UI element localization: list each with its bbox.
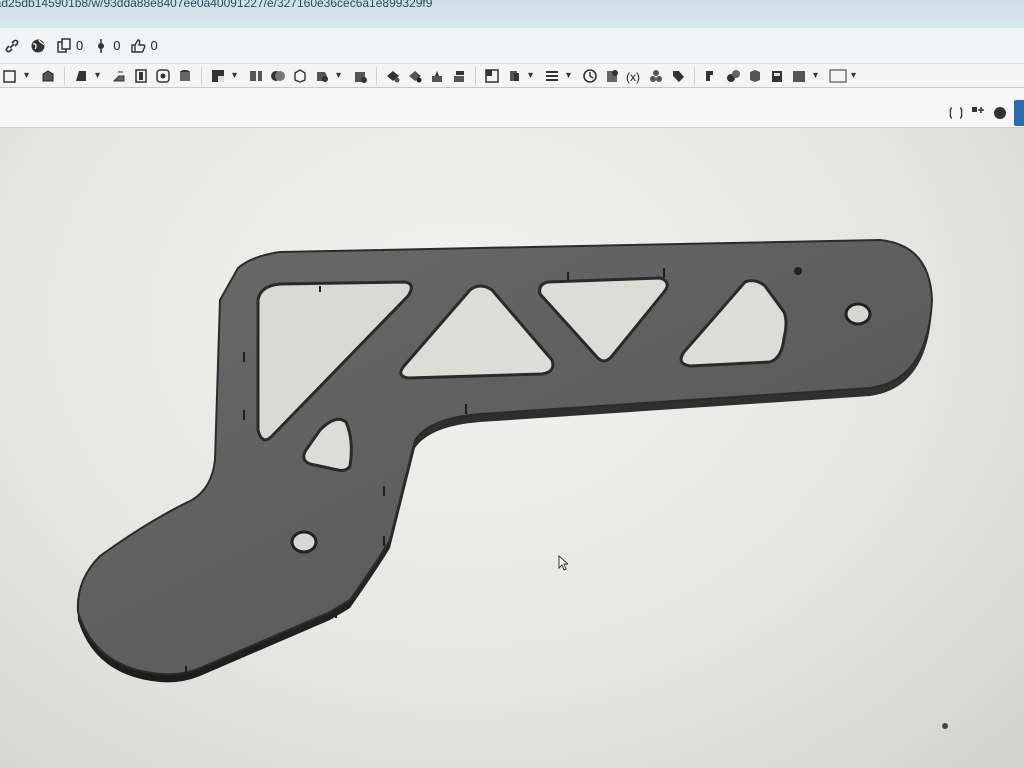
view-dot	[942, 723, 948, 729]
mounting-hole-left	[290, 530, 318, 554]
part-model[interactable]	[0, 0, 1024, 768]
bracket-face	[76, 238, 934, 676]
mounting-hole-right	[844, 302, 872, 326]
mouse-cursor-icon	[558, 555, 568, 571]
small-hole	[794, 267, 802, 275]
